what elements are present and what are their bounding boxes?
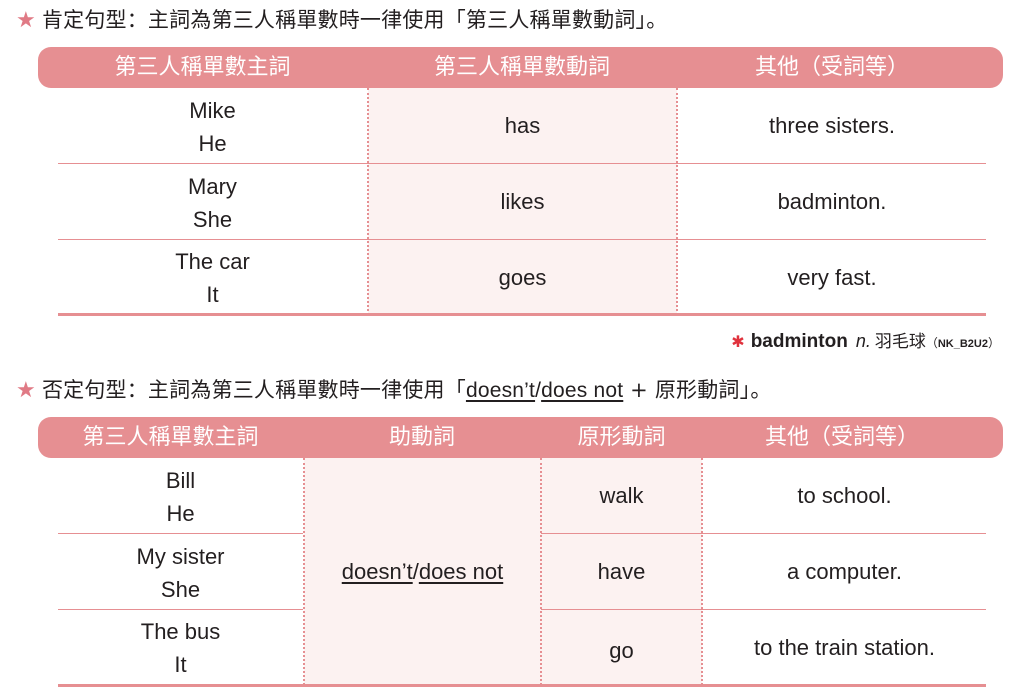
asterisk-icon: ✱ [731, 334, 745, 351]
table-row-other: to school. [797, 483, 892, 508]
subject-noun: The car [175, 249, 250, 274]
negative-title-suffix: + 原形動詞」。 [623, 378, 772, 402]
auxiliary-verb-cell: doesn’t/does not [304, 458, 541, 685]
vocab-code: NK_B2U2 [937, 338, 988, 350]
subject-noun: Mary [188, 173, 237, 199]
star-icon: ★ [16, 8, 36, 33]
subject-noun: Mike [189, 98, 236, 123]
auxiliary-does-not: does not [418, 559, 504, 584]
subject-pronoun: It [174, 652, 187, 677]
table-row-other: to the train station. [754, 634, 935, 660]
table-row-other: a computer. [787, 558, 902, 584]
negative-table-header: 第三人稱單數主詞 助動詞 原形動詞 其他（受詞等） [38, 417, 1003, 458]
table-row-subject: The bus It [58, 612, 303, 684]
open-paren: （ [925, 336, 938, 350]
negative-title-doesnt: doesn’t [465, 379, 536, 402]
affirmative-title: ★ 肯定句型：主詞為第三人稱單數時一律使用「第三人稱單數動詞」。 [16, 6, 667, 35]
subject-noun: Bill [165, 468, 196, 493]
auxiliary-doesnt: doesn’t [341, 559, 413, 584]
vocabulary-note: ✱ badminton n. 羽毛球（NK_B2U2） [731, 327, 1000, 353]
vocab-meaning: 羽毛球 [874, 332, 926, 352]
subject-pronoun: She [192, 206, 233, 232]
header-verb: 第三人稱單數動詞 [433, 55, 610, 80]
subject-noun: My sister [136, 543, 225, 569]
table-row-subject: Bill He [58, 461, 303, 533]
table-row-verb: likes [500, 188, 545, 214]
subject-pronoun: She [160, 576, 201, 602]
header-subject: 第三人稱單數主詞 [114, 55, 291, 80]
table-row-subject: My sister She [58, 536, 303, 609]
header-auxiliary: 助動詞 [388, 425, 455, 450]
subject-pronoun: He [198, 131, 227, 156]
table-row-subject: The car It [58, 242, 367, 314]
affirmative-table-header: 第三人稱單數主詞 第三人稱單數動詞 其他（受詞等） [38, 47, 1003, 88]
table-row-verb: walk [599, 483, 644, 508]
table-row-verb: has [504, 113, 541, 138]
negative-title: ★ 否定句型：主詞為第三人稱單數時一律使用「doesn’t/does not + … [16, 376, 772, 405]
subject-noun: The bus [140, 619, 221, 644]
negative-title-prefix: 否定句型：主詞為第三人稱單數時一律使用「 [41, 378, 466, 402]
part-of-speech: n. [855, 331, 871, 351]
vocab-word: badminton [750, 331, 848, 352]
row-divider [58, 533, 303, 534]
negative-title-does-not: does not [541, 379, 624, 402]
table-row-other: very fast. [787, 264, 877, 290]
star-icon: ★ [16, 378, 36, 403]
header-other: 其他（受詞等） [764, 425, 919, 450]
table-row-other: badminton. [777, 188, 887, 214]
subject-pronoun: It [206, 282, 219, 307]
auxiliary-verb: doesn’t/does not [342, 555, 503, 588]
table-row-subject: Mary She [58, 166, 367, 239]
close-paren: ） [987, 336, 1000, 350]
table-row-verb: have [597, 558, 646, 584]
table-row-other: three sisters. [769, 113, 895, 138]
table-row-verb: go [609, 637, 634, 663]
header-subject: 第三人稱單數主詞 [82, 425, 259, 450]
affirmative-title-text: 肯定句型：主詞為第三人稱單數時一律使用「第三人稱單數動詞」。 [41, 8, 668, 32]
table-row-verb: goes [498, 264, 547, 290]
header-base-verb: 原形動詞 [577, 425, 666, 450]
table-row-subject: Mike He [58, 91, 367, 163]
row-divider [58, 609, 303, 610]
header-other: 其他（受詞等） [754, 55, 909, 80]
subject-pronoun: He [166, 501, 195, 526]
